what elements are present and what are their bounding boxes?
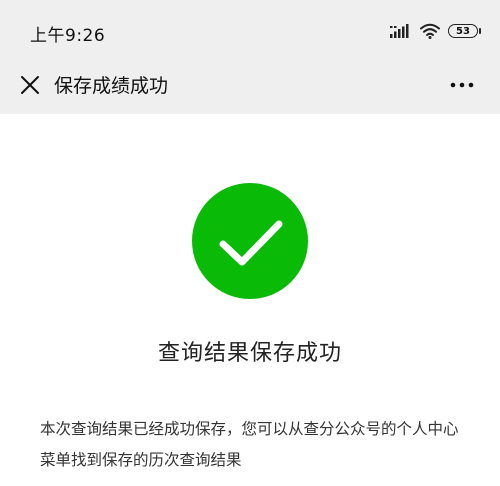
nav-bar: 保存成绩成功: [0, 56, 500, 114]
status-icons: 53: [390, 22, 481, 40]
close-button[interactable]: [14, 69, 46, 101]
result-title: 查询结果保存成功: [157, 341, 342, 366]
battery-level: 53: [456, 25, 470, 37]
close-icon: [21, 76, 39, 94]
more-icon: [450, 82, 474, 88]
success-check-icon: [192, 183, 308, 299]
status-bar: 上午9:26 53: [0, 0, 500, 56]
signal-icon: [390, 24, 409, 38]
result-description: 本次查询结果已经成功保存，您可以从查分公众号的个人中心菜单找到保存的历次查询结果: [40, 420, 459, 469]
more-button[interactable]: [444, 71, 480, 99]
status-time: 上午9:26: [30, 26, 106, 46]
wifi-icon: [420, 23, 440, 39]
page-title: 保存成绩成功: [54, 75, 169, 97]
screen: 上午9:26 53 保存成绩成功 查询结果保存成功 本次查询结果已经成功保存，您…: [0, 0, 500, 486]
battery-icon: 53: [448, 24, 481, 38]
